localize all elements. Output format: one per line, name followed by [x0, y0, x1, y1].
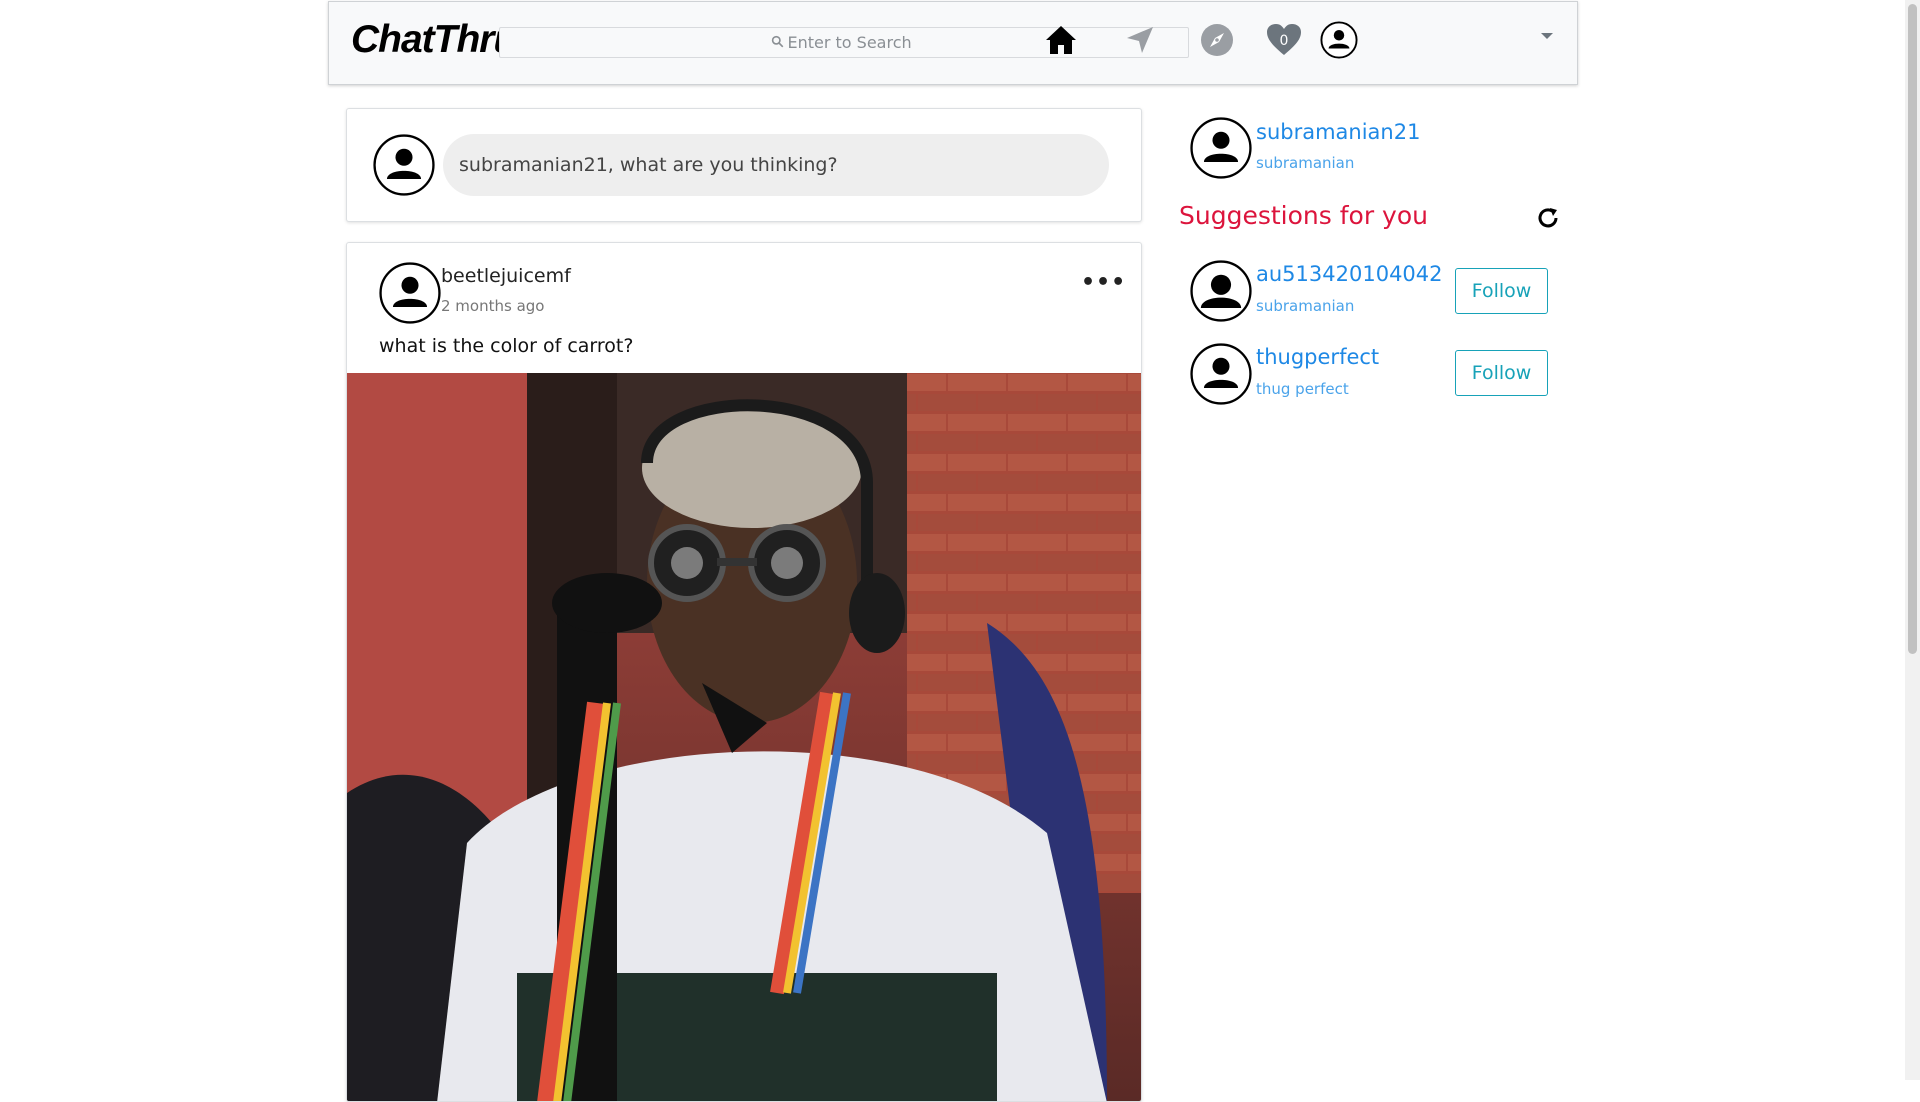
search-icon — [771, 33, 784, 52]
scrollbar-thumb[interactable] — [1908, 4, 1917, 654]
suggestion-name[interactable]: subramanian — [1256, 297, 1354, 315]
follow-button[interactable]: Follow — [1455, 268, 1548, 314]
heart-icon[interactable]: 0 — [1264, 20, 1304, 60]
refresh-icon[interactable] — [1536, 206, 1560, 230]
post-composer: subramanian21, what are you thinking? — [346, 108, 1142, 222]
suggestion-avatar[interactable] — [1190, 343, 1252, 405]
home-icon[interactable] — [1041, 20, 1081, 60]
current-user-avatar[interactable] — [1190, 117, 1252, 179]
post-card: beetlejuicemf 2 months ago ••• what is t… — [346, 242, 1142, 1102]
post-image — [347, 373, 1141, 1101]
suggestion-name[interactable]: thug perfect — [1256, 380, 1349, 398]
post-author[interactable]: beetlejuicemf — [441, 265, 571, 287]
notifications-count: 0 — [1279, 33, 1289, 49]
avatar — [373, 134, 435, 196]
search-box[interactable] — [499, 27, 1189, 58]
composer-input[interactable]: subramanian21, what are you thinking? — [443, 134, 1109, 196]
current-user-name[interactable]: subramanian — [1256, 154, 1354, 172]
suggestion-username[interactable]: thugperfect — [1256, 345, 1379, 369]
post-author-avatar[interactable] — [379, 262, 441, 324]
compass-icon[interactable] — [1197, 20, 1237, 60]
post-text: what is the color of carrot? — [379, 335, 634, 357]
suggestion-username[interactable]: au513420104042 — [1256, 262, 1443, 286]
suggestion-avatar[interactable] — [1190, 260, 1252, 322]
caret-down-icon[interactable] — [1541, 33, 1553, 39]
user-avatar-icon[interactable] — [1319, 20, 1359, 60]
follow-button[interactable]: Follow — [1455, 350, 1548, 396]
search-input[interactable] — [787, 33, 918, 52]
brand-logo[interactable]: ChatThru — [351, 18, 501, 62]
more-options-icon[interactable]: ••• — [1081, 272, 1126, 294]
current-user-username[interactable]: subramanian21 — [1256, 120, 1420, 144]
post-timestamp: 2 months ago — [441, 297, 545, 315]
suggestions-title: Suggestions for you — [1179, 201, 1428, 230]
send-icon[interactable] — [1120, 20, 1160, 60]
top-navbar: ChatThru 0 — [328, 1, 1578, 85]
